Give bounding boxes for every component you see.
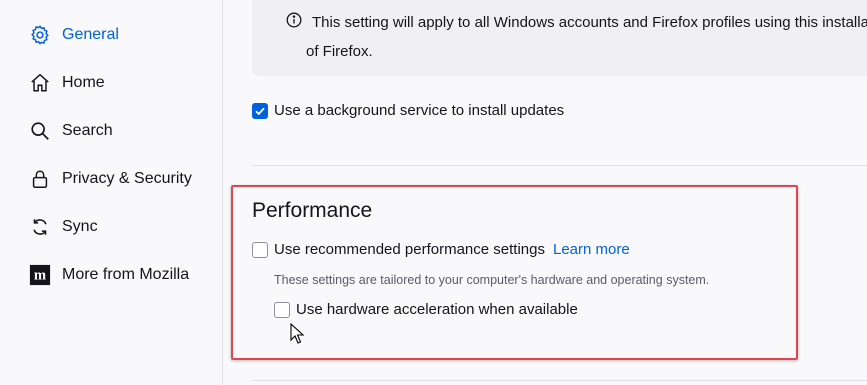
notice-text: This setting will apply to all Windows a… bbox=[312, 14, 867, 31]
gear-icon bbox=[28, 23, 52, 47]
section-divider-bottom bbox=[252, 380, 867, 381]
mouse-pointer-icon bbox=[290, 322, 305, 350]
sidebar-item-label: General bbox=[62, 26, 119, 43]
lock-icon bbox=[28, 167, 52, 191]
notice-text-continued: of Firefox. bbox=[306, 43, 373, 60]
checkmark-icon bbox=[255, 107, 265, 116]
sidebar-item-more-from-mozilla[interactable]: m More from Mozilla bbox=[28, 261, 189, 289]
sync-icon bbox=[28, 215, 52, 239]
sidebar-item-label: More from Mozilla bbox=[62, 266, 190, 283]
sidebar-item-label: Privacy & Security bbox=[62, 170, 192, 187]
mozilla-logo-icon: m bbox=[28, 263, 52, 287]
search-icon bbox=[28, 119, 52, 143]
sidebar: General Home Search Privacy & Security S… bbox=[0, 0, 223, 385]
info-notice: This setting will apply to all Windows a… bbox=[252, 0, 867, 76]
background-service-checkbox[interactable] bbox=[252, 103, 268, 119]
svg-text:m: m bbox=[34, 268, 46, 284]
sidebar-item-label: Home bbox=[62, 74, 105, 91]
background-service-label[interactable]: Use a background service to install upda… bbox=[274, 102, 564, 119]
sidebar-item-home[interactable]: Home bbox=[28, 69, 105, 97]
sidebar-item-search[interactable]: Search bbox=[28, 117, 113, 145]
highlight-annotation-box bbox=[231, 185, 798, 360]
sidebar-item-label: Search bbox=[62, 122, 113, 139]
sidebar-item-label: Sync bbox=[62, 218, 98, 235]
sidebar-item-privacy-security[interactable]: Privacy & Security bbox=[28, 165, 192, 193]
section-divider bbox=[252, 165, 867, 166]
info-icon bbox=[286, 12, 302, 33]
sidebar-item-sync[interactable]: Sync bbox=[28, 213, 98, 241]
sidebar-item-general[interactable]: General bbox=[28, 21, 119, 49]
home-icon bbox=[28, 71, 52, 95]
